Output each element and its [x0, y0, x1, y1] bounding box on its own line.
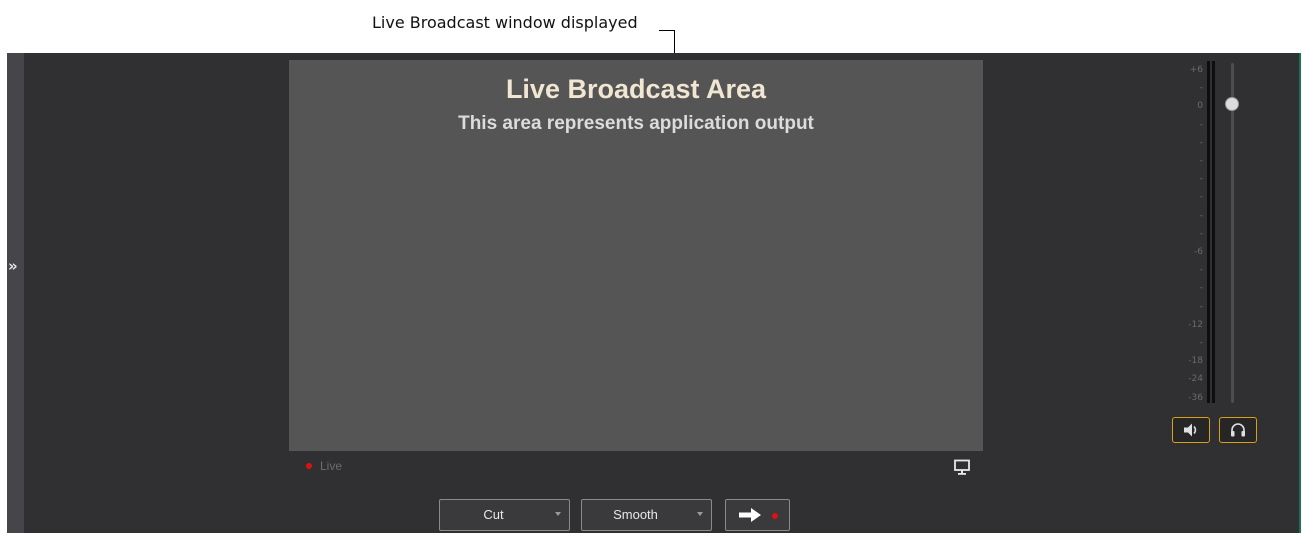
meter-scale-label: -12	[1188, 319, 1203, 330]
double-chevron-right-icon[interactable]: »	[8, 258, 22, 274]
chevron-down-icon	[555, 512, 561, 516]
callout-label: Live Broadcast window displayed	[372, 13, 638, 32]
arrow-right-icon	[739, 508, 761, 522]
speaker-icon	[1184, 423, 1197, 437]
live-dot-icon	[306, 463, 312, 469]
meter-scale-label: -	[1199, 156, 1203, 166]
meter-scale-label: -	[1199, 338, 1203, 348]
screenshot-root: Live Broadcast window displayed » Live B…	[0, 0, 1302, 533]
meter-scale-label: -	[1199, 137, 1203, 148]
meter-scale-label: -6	[1194, 247, 1203, 257]
smoothing-dropdown[interactable]: Smooth	[581, 499, 712, 531]
headphone-icon	[1231, 423, 1245, 437]
meter-scale-label: -36	[1188, 392, 1203, 403]
monitor-icon[interactable]	[953, 458, 971, 476]
meter-scale-label: -	[1199, 283, 1203, 294]
right-edge	[1299, 53, 1301, 533]
audio-meter-left	[1207, 61, 1210, 403]
volume-slider-thumb[interactable]	[1225, 96, 1239, 111]
broadcast-window: » Live Broadcast Area This area represen…	[7, 53, 1301, 533]
meter-scale-label: -	[1199, 210, 1203, 221]
meter-scale-label: -	[1199, 119, 1203, 130]
chevron-down-icon	[697, 512, 703, 516]
speaker-button[interactable]	[1172, 417, 1210, 443]
callout-tick	[659, 30, 675, 31]
meter-scale-label: -	[1199, 83, 1203, 94]
meter-scale-label: -24	[1188, 374, 1203, 385]
meter-scale: +6 - 0 - - - - - - - -6 - - - -12 - -18 -24 -36	[1175, 63, 1203, 403]
broadcast-subtitle: This area represents application output	[458, 113, 814, 134]
audio-meter-right	[1212, 61, 1215, 403]
go-live-button[interactable]	[725, 499, 790, 531]
meter-scale-label: -	[1199, 265, 1203, 276]
headphone-button[interactable]	[1219, 417, 1257, 443]
live-status: Live	[306, 459, 342, 473]
meter-scale-label: -	[1199, 174, 1203, 185]
record-dot-icon	[772, 513, 778, 519]
transition-dropdown[interactable]: Cut	[439, 499, 570, 531]
live-label: Live	[320, 459, 343, 473]
volume-slider[interactable]	[1231, 63, 1234, 403]
live-broadcast-area: Live Broadcast Area This area represents…	[289, 60, 983, 451]
meter-scale-label: +6	[1189, 65, 1203, 75]
meter-scale-label: -	[1199, 228, 1203, 239]
meter-scale-label: 0	[1197, 101, 1203, 112]
meter-scale-label: -	[1199, 301, 1203, 312]
smoothing-label: Smooth	[613, 507, 658, 522]
transition-label: Cut	[483, 507, 504, 522]
meter-scale-label: -18	[1188, 356, 1203, 367]
meter-scale-label: -	[1199, 192, 1203, 203]
broadcast-title: Live Broadcast Area	[505, 74, 767, 104]
left-panel-strip[interactable]: »	[7, 53, 24, 533]
